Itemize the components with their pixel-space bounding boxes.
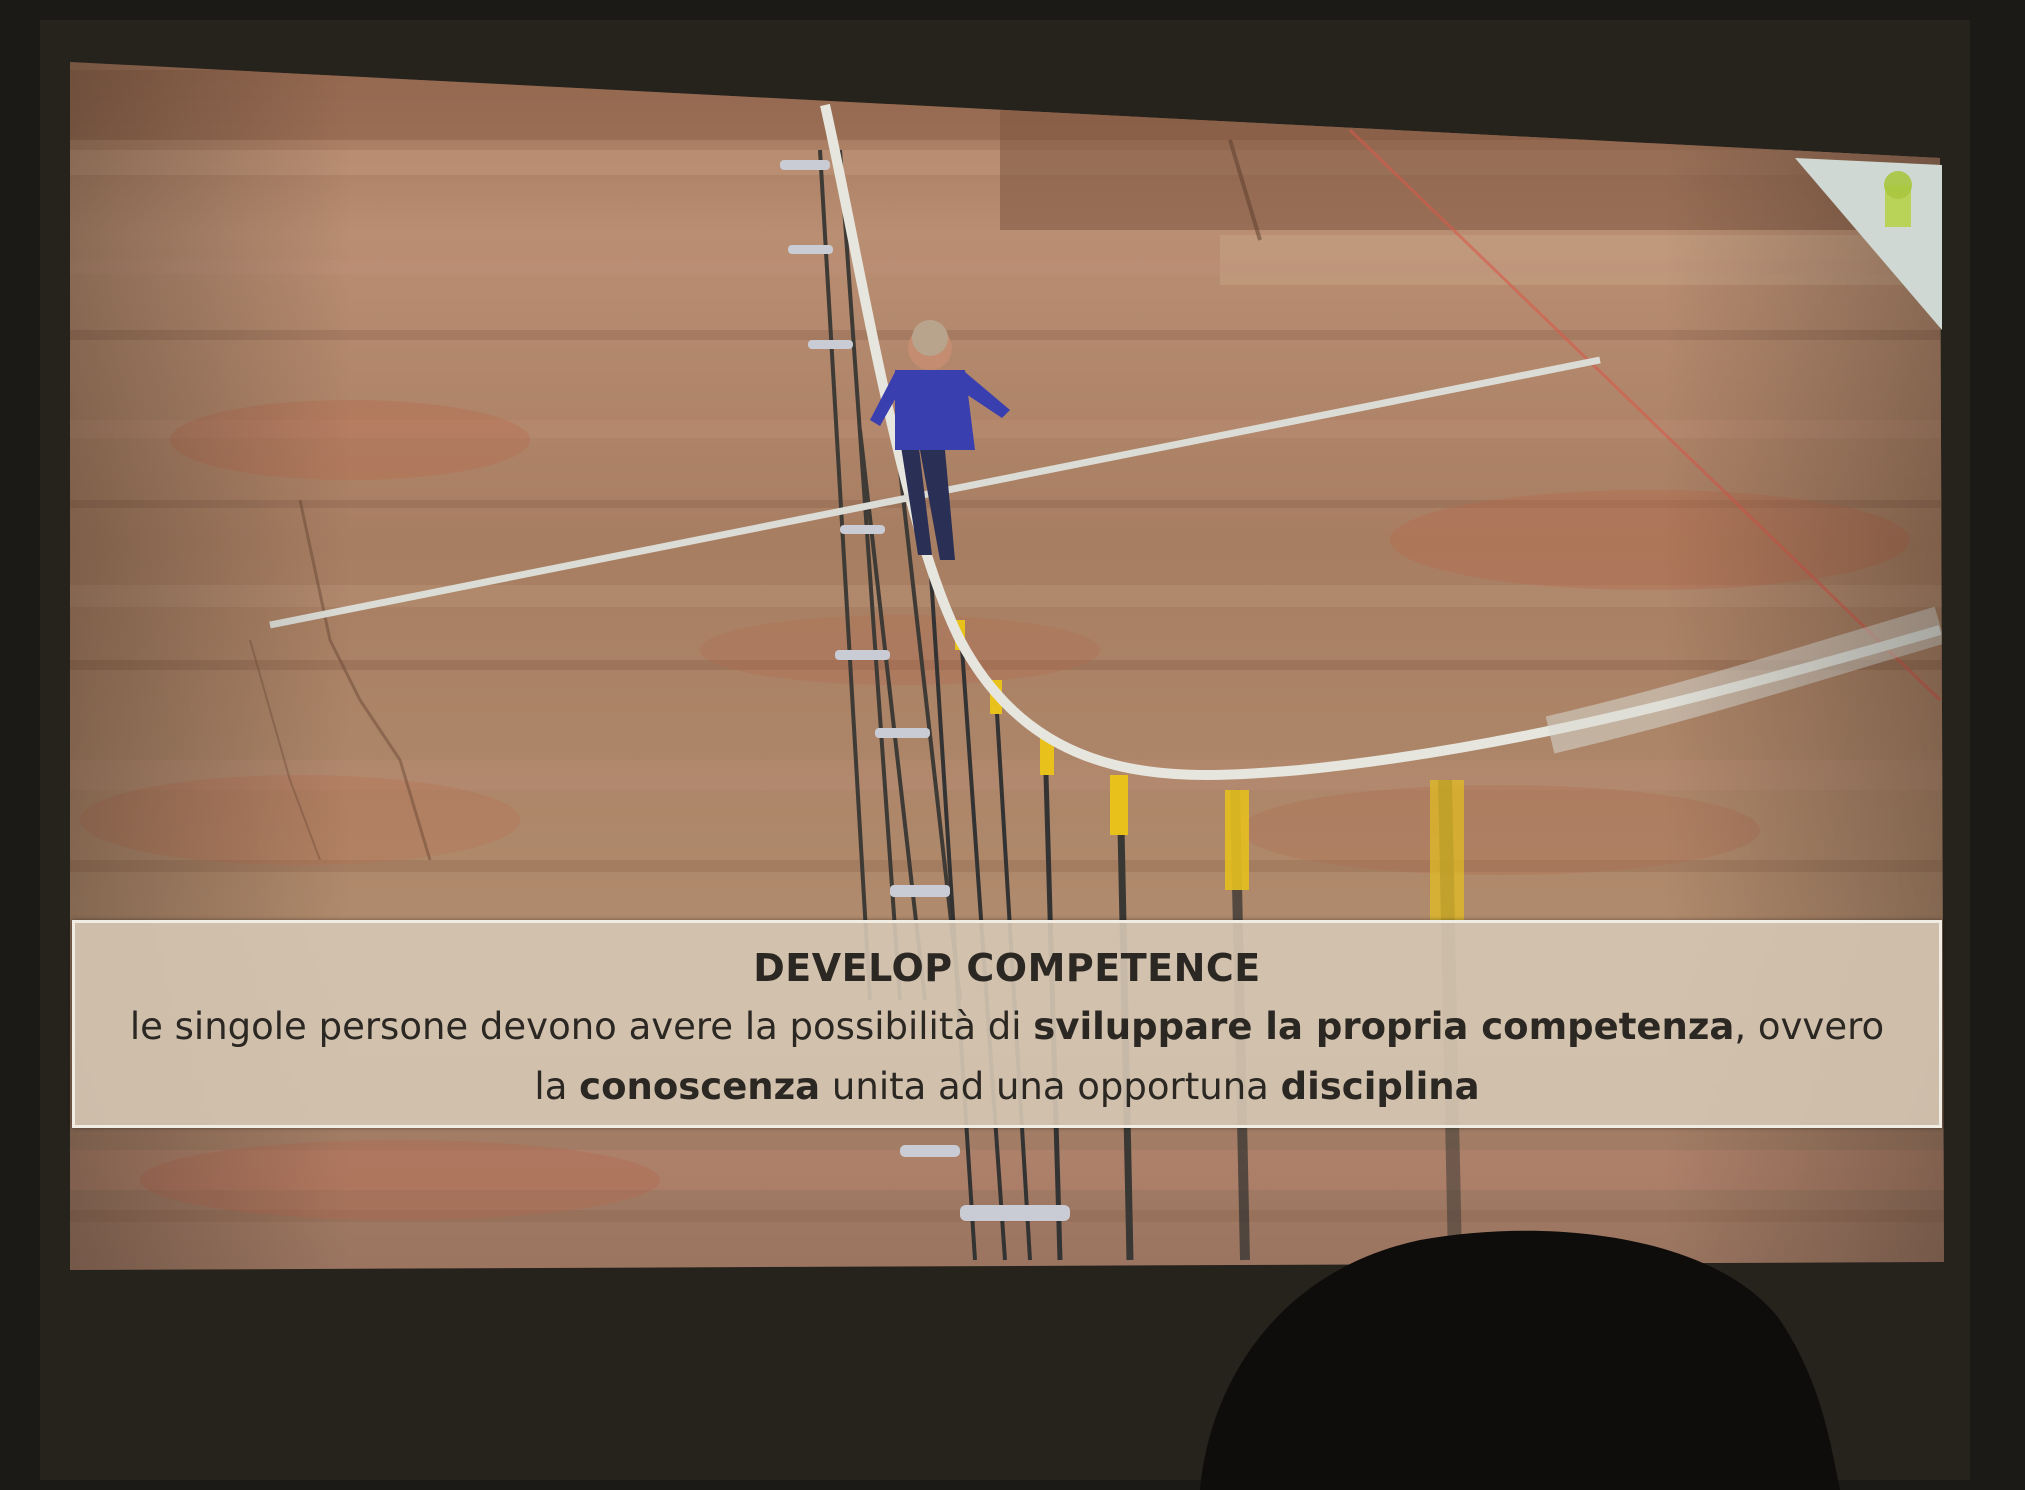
caption-bold-discipline: disciplina bbox=[1280, 1065, 1480, 1108]
caption-bold-knowledge: conoscenza bbox=[579, 1065, 821, 1108]
slide-caption-title: DEVELOP COMPETENCE bbox=[753, 946, 1261, 990]
projection-room: DEVELOP COMPETENCE le singole persone de… bbox=[0, 0, 2025, 1490]
caption-bold-competence: sviluppare la propria competenza bbox=[1033, 1005, 1735, 1048]
slide-caption-text: le singole persone devono avere la possi… bbox=[115, 997, 1899, 1117]
slide-caption-box: DEVELOP COMPETENCE le singole persone de… bbox=[72, 920, 1942, 1128]
projected-slide-scene bbox=[0, 0, 2025, 1490]
caption-text-part: le singole persone devono avere la possi… bbox=[129, 1005, 1034, 1048]
caption-text-part: unita ad una opportuna bbox=[820, 1065, 1281, 1108]
